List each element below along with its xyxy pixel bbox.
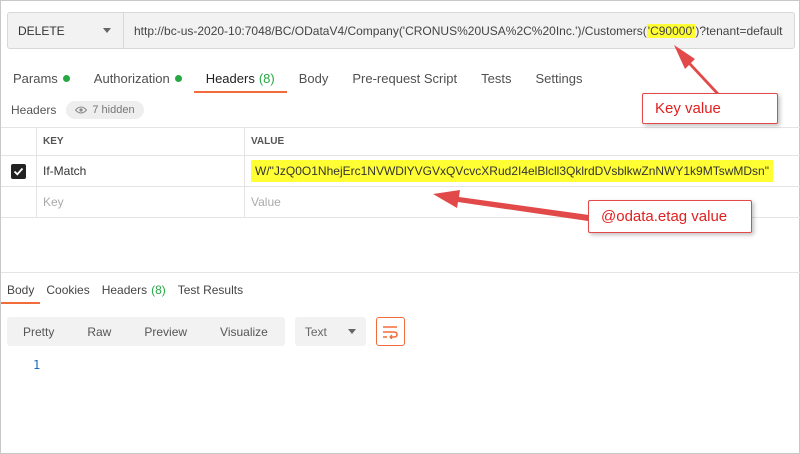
wrap-lines-icon — [383, 325, 399, 339]
row-checkbox-cell — [1, 156, 37, 186]
check-icon — [13, 167, 24, 176]
row-enabled-checkbox[interactable] — [11, 163, 26, 179]
status-dot-icon — [62, 74, 70, 82]
response-tabs: Body Cookies Headers (8) Test Results — [1, 276, 249, 304]
key-value-arrow — [674, 45, 719, 95]
response-tab-body-label: Body — [7, 283, 35, 297]
response-divider — [1, 272, 800, 273]
request-bar: DELETE http://bc-us-2020-10:7048/BC/ODat… — [7, 12, 795, 49]
response-tab-test-results[interactable]: Test Results — [172, 276, 249, 304]
chevron-down-icon — [103, 28, 111, 33]
etag-value-highlight: W/"JzQ0O1NhejErc1NVWDlYVGVxQVcvcXRud2I4e… — [251, 160, 773, 182]
view-raw-button[interactable]: Raw — [71, 317, 128, 346]
url-suffix: )?tenant=default — [695, 23, 783, 38]
view-mode-group: Pretty Raw Preview Visualize — [7, 317, 285, 346]
key-value-annotation-text: Key value — [655, 100, 721, 117]
response-tab-cookies[interactable]: Cookies — [40, 276, 95, 304]
format-select[interactable]: Text — [294, 317, 366, 346]
column-header-key: KEY — [37, 128, 245, 155]
hidden-headers-label: 7 hidden — [92, 104, 135, 116]
status-dot-icon — [174, 74, 182, 82]
header-value-cell[interactable]: W/"JzQ0O1NhejErc1NVWDlYVGVxQVcvcXRud2I4e… — [245, 156, 800, 186]
tab-tests[interactable]: Tests — [469, 63, 523, 93]
response-tab-headers[interactable]: Headers (8) — [96, 276, 172, 304]
tab-params-label: Params — [13, 70, 58, 86]
url-key-highlight: 'C90000' — [646, 23, 696, 38]
response-tab-body[interactable]: Body — [1, 276, 41, 304]
url-input[interactable]: http://bc-us-2020-10:7048/BC/ODataV4/Com… — [124, 13, 794, 48]
tab-body[interactable]: Body — [287, 63, 341, 93]
column-header-value: VALUE — [251, 136, 285, 147]
view-pretty-button[interactable]: Pretty — [7, 317, 71, 346]
table-header-checkbox-cell — [1, 128, 37, 155]
view-preview-button[interactable]: Preview — [128, 317, 204, 346]
response-tab-headers-count: (8) — [151, 283, 166, 297]
eye-icon — [75, 106, 88, 114]
etag-value-annotation-text: @odata.etag value — [601, 208, 728, 225]
response-line-number: 1 — [33, 358, 41, 372]
view-visualize-button[interactable]: Visualize — [204, 317, 285, 346]
tab-settings[interactable]: Settings — [523, 63, 594, 93]
headers-section-title: Headers — [11, 103, 57, 117]
key-value-annotation: Key value — [642, 93, 778, 124]
header-key-cell[interactable]: If-Match — [37, 156, 245, 186]
response-tab-headers-label: Headers — [101, 283, 148, 297]
format-select-label: Text — [304, 324, 327, 339]
method-select[interactable]: DELETE — [8, 13, 124, 48]
tab-headers[interactable]: Headers (8) — [193, 63, 287, 93]
tab-tests-label: Tests — [481, 70, 512, 86]
tab-headers-label: Headers — [205, 70, 255, 86]
tab-headers-count: (8) — [258, 70, 275, 86]
table-header-row: KEY VALUE — [1, 128, 800, 156]
chevron-down-icon — [347, 329, 356, 334]
tab-authorization[interactable]: Authorization — [82, 63, 194, 93]
wrap-lines-button[interactable] — [375, 317, 405, 346]
response-view-bar: Pretty Raw Preview Visualize Text — [7, 317, 405, 346]
tab-body-label: Body — [298, 70, 329, 86]
new-key-input[interactable]: Key — [37, 187, 245, 217]
tab-pre-request-script-label: Pre-request Script — [352, 70, 458, 86]
etag-value-annotation: @odata.etag value — [588, 200, 752, 233]
hidden-headers-toggle[interactable]: 7 hidden — [66, 101, 144, 119]
tab-params[interactable]: Params — [1, 63, 82, 93]
url-prefix: http://bc-us-2020-10:7048/BC/ODataV4/Com… — [134, 23, 647, 38]
response-tab-cookies-label: Cookies — [46, 283, 90, 297]
tab-settings-label: Settings — [535, 70, 583, 86]
row-checkbox-cell — [1, 187, 37, 217]
tab-pre-request-script[interactable]: Pre-request Script — [340, 63, 469, 93]
table-row: If-Match W/"JzQ0O1NhejErc1NVWDlYVGVxQVcv… — [1, 156, 800, 187]
request-tabs: Params Authorization Headers (8) Body Pre… — [1, 63, 594, 93]
tab-authorization-label: Authorization — [93, 70, 170, 86]
method-label: DELETE — [18, 23, 65, 38]
response-tab-test-results-label: Test Results — [177, 283, 244, 297]
headers-subheader: Headers 7 hidden — [11, 99, 144, 121]
